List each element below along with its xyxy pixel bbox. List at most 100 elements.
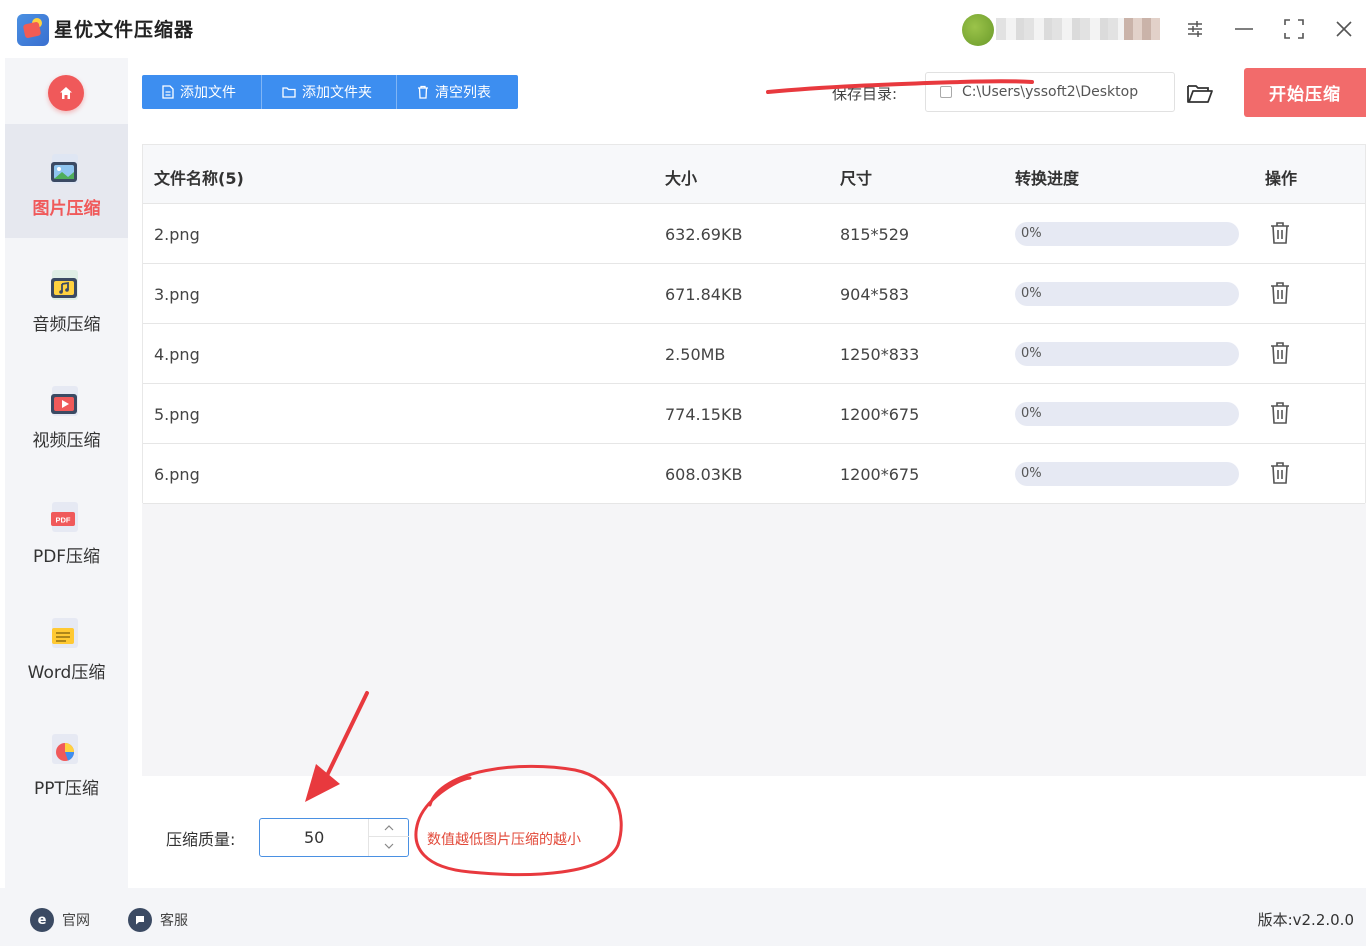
pdf-compress-icon: PDF — [51, 502, 78, 532]
sidebar-item-pdf[interactable]: PDF PDF压缩 — [5, 472, 128, 586]
file-table-area: 文件名称(5) 大小 尺寸 转换进度 操作 2.png 632.69KB 815*5… — [142, 144, 1366, 776]
save-dir-field[interactable]: C:\Users\yssoft2\Desktop — [925, 72, 1175, 112]
ie-icon: e — [30, 908, 54, 932]
svg-text:PDF: PDF — [56, 516, 71, 525]
table-row: 3.png 671.84KB 904*583 0% — [143, 264, 1365, 324]
file-size: 2.50MB — [665, 345, 726, 364]
sidebar-item-label: Word压缩 — [27, 663, 106, 683]
open-folder-icon[interactable] — [1185, 78, 1215, 108]
progress-text: 0% — [1021, 226, 1042, 241]
sidebar: 图片压缩 音频压缩 视频压缩 PDF PDF压缩 Word压缩 PPT压缩 — [5, 58, 128, 888]
file-icon — [162, 85, 174, 99]
maximize-icon[interactable] — [1279, 14, 1309, 44]
status-bar: e 官网 客服 版本:v2.2.0.0 — [0, 888, 1366, 946]
sidebar-item-word[interactable]: Word压缩 — [5, 588, 128, 702]
file-size: 608.03KB — [665, 465, 743, 484]
table-row: 6.png 608.03KB 1200*675 0% — [143, 444, 1365, 504]
chevron-up-icon — [384, 824, 394, 830]
sidebar-item-label: 音频压缩 — [32, 315, 101, 335]
sidebar-item-ppt[interactable]: PPT压缩 — [5, 704, 128, 818]
stepper-buttons — [368, 819, 409, 856]
user-avatar[interactable] — [962, 14, 994, 46]
delete-row-icon[interactable] — [1268, 220, 1292, 246]
audio-compress-icon — [51, 270, 78, 300]
ppt-compress-icon — [52, 734, 78, 764]
sidebar-item-label: PDF压缩 — [32, 547, 101, 567]
chat-icon — [128, 908, 152, 932]
file-name: 2.png — [154, 225, 200, 244]
delete-row-icon[interactable] — [1268, 340, 1292, 366]
progress-bar: 0% — [1015, 462, 1239, 486]
trash-icon — [418, 85, 428, 99]
progress-bar: 0% — [1015, 402, 1239, 426]
service-link[interactable]: 客服 — [128, 908, 188, 932]
col-header-dimension: 尺寸 — [840, 169, 873, 188]
delete-row-icon[interactable] — [1268, 460, 1292, 486]
clear-list-label: 清空列表 — [435, 85, 491, 101]
word-compress-icon — [52, 618, 78, 648]
quality-label: 压缩质量: — [166, 830, 236, 849]
settings-sliders-icon[interactable] — [1180, 14, 1210, 44]
sidebar-item-label: PPT压缩 — [34, 779, 99, 799]
sidebar-item-video[interactable]: 视频压缩 — [5, 356, 128, 470]
save-dir-checkbox[interactable] — [940, 86, 952, 98]
quality-stepper[interactable]: 50 — [259, 818, 409, 857]
table-row: 4.png 2.50MB 1250*833 0% — [143, 324, 1365, 384]
sidebar-item-label: 图片压缩 — [32, 199, 101, 219]
sidebar-item-label: 视频压缩 — [32, 431, 101, 451]
delete-row-icon[interactable] — [1268, 400, 1292, 426]
col-header-name: 文件名称(5) — [154, 169, 244, 188]
folder-icon — [282, 87, 296, 98]
clear-list-button[interactable]: 清空列表 — [397, 75, 518, 109]
version-text: 版本:v2.2.0.0 — [1257, 911, 1354, 929]
toolbar: 添加文件 添加文件夹 清空列表 — [142, 75, 518, 109]
minimize-icon[interactable] — [1229, 14, 1259, 44]
app-logo-icon — [17, 14, 49, 46]
progress-bar: 0% — [1015, 342, 1239, 366]
file-name: 3.png — [154, 285, 200, 304]
home-button[interactable] — [48, 75, 84, 111]
file-dimension: 1200*675 — [840, 465, 920, 484]
file-dimension: 1250*833 — [840, 345, 920, 364]
add-folder-label: 添加文件夹 — [302, 85, 372, 101]
file-name: 5.png — [154, 405, 200, 424]
col-header-progress: 转换进度 — [1015, 169, 1080, 188]
file-dimension: 815*529 — [840, 225, 910, 244]
table-row: 5.png 774.15KB 1200*675 0% — [143, 384, 1365, 444]
add-folder-button[interactable]: 添加文件夹 — [262, 75, 397, 109]
save-dir-path: C:\Users\yssoft2\Desktop — [962, 84, 1139, 100]
add-file-label: 添加文件 — [180, 85, 236, 101]
app-title: 星优文件压缩器 — [54, 19, 195, 41]
start-compress-button[interactable]: 开始压缩 — [1244, 68, 1366, 117]
progress-bar: 0% — [1015, 282, 1239, 306]
progress-text: 0% — [1021, 406, 1042, 421]
progress-bar: 0% — [1015, 222, 1239, 246]
increment-button[interactable] — [369, 819, 409, 837]
file-dimension: 904*583 — [840, 285, 910, 304]
blurred-username[interactable] — [996, 18, 1124, 40]
website-link[interactable]: e 官网 — [30, 908, 90, 932]
title-bar: 星优文件压缩器 — [0, 0, 1366, 58]
progress-text: 0% — [1021, 466, 1042, 481]
quality-hint: 数值越低图片压缩的越小 — [427, 832, 581, 848]
add-file-button[interactable]: 添加文件 — [142, 75, 262, 109]
file-name: 6.png — [154, 465, 200, 484]
file-name: 4.png — [154, 345, 200, 364]
col-header-size: 大小 — [665, 169, 698, 188]
website-label: 官网 — [62, 913, 90, 929]
delete-row-icon[interactable] — [1268, 280, 1292, 306]
service-label: 客服 — [160, 913, 188, 929]
table-row: 2.png 632.69KB 815*529 0% — [143, 204, 1365, 264]
decrement-button[interactable] — [369, 837, 409, 855]
quality-value[interactable]: 50 — [304, 828, 324, 847]
blurred-user-badge — [1124, 18, 1160, 40]
chevron-down-icon — [384, 843, 394, 849]
close-icon[interactable] — [1329, 14, 1359, 44]
progress-text: 0% — [1021, 286, 1042, 301]
table-header: 文件名称(5) 大小 尺寸 转换进度 操作 — [143, 145, 1365, 204]
sidebar-item-image[interactable]: 图片压缩 — [5, 124, 128, 238]
image-compress-icon — [51, 154, 78, 184]
home-icon — [60, 87, 72, 99]
video-compress-icon — [51, 386, 78, 416]
sidebar-item-audio[interactable]: 音频压缩 — [5, 240, 128, 354]
